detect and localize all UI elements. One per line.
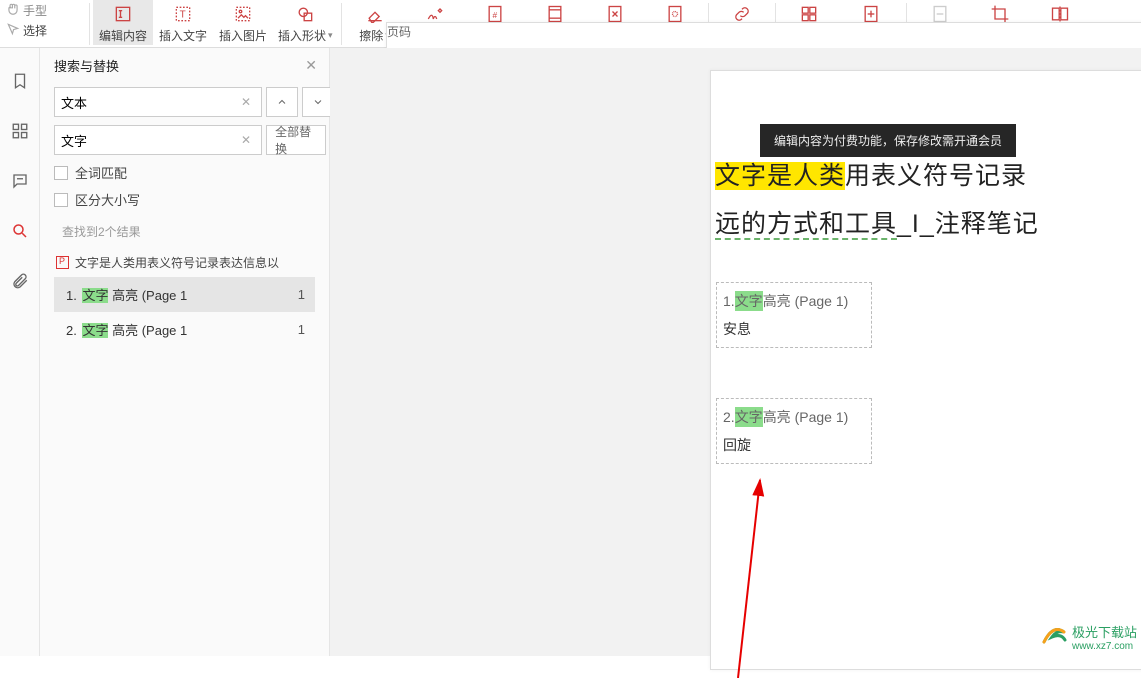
select-tool[interactable]: 选择 [6,22,47,39]
annotation-body: 安息 [717,315,871,347]
left-icon-strip [0,48,40,656]
replace-all-button[interactable]: 全部替换 [266,125,326,155]
thumbnails-icon[interactable] [9,120,31,142]
checkbox-icon [54,166,68,180]
edit-icon [112,3,134,25]
doc-title: 文字是人类用表义符号记录表达信息以 [75,254,313,271]
toolbar-text[interactable]: T 插入文字 [153,0,213,45]
hand-tool-label: 手型 [23,2,47,19]
shape-icon [294,3,316,25]
result-text: 1. 文字 高亮 (Page 1 [66,285,292,304]
hand-tool[interactable]: 手型 [6,2,47,19]
tool-mode-group: 手型 选择 [0,0,86,42]
search-icon[interactable] [9,220,31,242]
document-canvas[interactable]: 编辑内容为付费功能，保存修改需开通会员 文字是人类用表义符号记录 远的方式和工具… [330,48,1141,656]
annotations-list: 1. 文字 高亮 (Page 1) 安息 2. 文字 高亮 (Page 1) 回旋 [716,282,872,514]
result-text: 2. 文字 高亮 (Page 1 [66,320,292,339]
chevron-down-icon: ▾ [328,30,333,41]
doc-text: 远的方式和工具 [715,210,897,240]
toolbar-item-label: 插入图片 [219,27,267,44]
result-count-badge: 1 [298,322,311,337]
search-result-item[interactable]: 2. 文字 高亮 (Page 1 1 [54,312,315,347]
annotation-header: 2. 文字 高亮 (Page 1) [717,399,871,431]
toolbar-shape[interactable]: 插入形状▾ [273,0,338,45]
pdf-icon [56,256,69,269]
bookmark-icon[interactable] [9,70,31,92]
attachment-icon[interactable] [9,270,31,292]
doc-line-1: 文字是人类用表义符号记录 [715,153,1039,201]
comment-icon[interactable] [9,170,31,192]
panel-header: 搜索与替换 ✕ [40,48,329,83]
clear-search-icon[interactable]: ✕ [237,95,255,109]
site-logo: 极光下载站 www.xz7.com [1038,622,1137,652]
hand-icon [6,2,20,19]
panel-title: 搜索与替换 [54,56,119,75]
prev-button[interactable] [266,87,298,117]
doc-line-2: 远的方式和工具_I_注释笔记 [715,201,1039,249]
document-content: 文字是人类用表义符号记录 远的方式和工具_I_注释笔记 [715,153,1039,248]
highlighted-text: 文字是人类 [715,162,845,190]
svg-text:T: T [180,9,186,20]
toolbar-edit[interactable]: 编辑内容 [93,0,153,45]
search-input-wrap: ✕ [54,87,262,117]
document-row[interactable]: 文字是人类用表义符号记录表达信息以 页码 [54,248,315,277]
search-replace-panel: 搜索与替换 ✕ ✕ [40,48,330,656]
doc-text: 用表义符号记录 [845,162,1027,190]
search-result-item[interactable]: 1. 文字 高亮 (Page 1 1 [54,277,315,312]
text-icon: T [172,3,194,25]
replace-input-wrap: ✕ [54,125,262,155]
toolbar-item-label: 插入文字 [159,27,207,44]
logo-url: www.xz7.com [1072,641,1137,652]
toolbar-divider [89,3,90,45]
cursor-icon [6,22,20,39]
annotation-header: 1. 文字 高亮 (Page 1) [717,283,871,315]
case-sensitive-checkbox[interactable]: 区分大小写 [54,190,315,209]
toolbar-image[interactable]: 插入图片 [213,0,273,45]
result-count: 查找到2个结果 [54,217,315,248]
panel-body: ✕ ✕ 全部替换 替换 [40,83,329,351]
replace-input[interactable] [61,133,237,148]
toolbar-divider [341,3,342,45]
case-sensitive-label: 区分大小写 [75,190,140,209]
doc-text: _I_注释笔记 [897,210,1039,238]
toolbar-item-label: 插入形状▾ [278,27,333,44]
whole-word-checkbox[interactable]: 全词匹配 [54,163,315,182]
annotation-body: 回旋 [717,431,871,463]
annotation-box[interactable]: 2. 文字 高亮 (Page 1) 回旋 [716,398,872,464]
image-icon [232,3,254,25]
annotation-box[interactable]: 1. 文字 高亮 (Page 1) 安息 [716,282,872,348]
clear-replace-icon[interactable]: ✕ [237,133,255,147]
close-icon[interactable]: ✕ [305,57,317,74]
results-list: 1. 文字 高亮 (Page 1 1 2. 文字 高亮 (Page 1 1 [54,277,315,347]
toolbar-item-label: 编辑内容 [99,27,147,44]
checkbox-icon [54,193,68,207]
select-tool-label: 选择 [23,22,47,39]
search-input[interactable] [61,95,237,110]
main: 搜索与替换 ✕ ✕ [0,48,1141,656]
svg-text:#: # [492,10,497,20]
whole-word-label: 全词匹配 [75,163,127,182]
logo-icon [1038,622,1068,652]
logo-name: 极光下载站 [1072,625,1137,640]
result-count-badge: 1 [298,287,311,302]
erase-icon [364,3,386,25]
